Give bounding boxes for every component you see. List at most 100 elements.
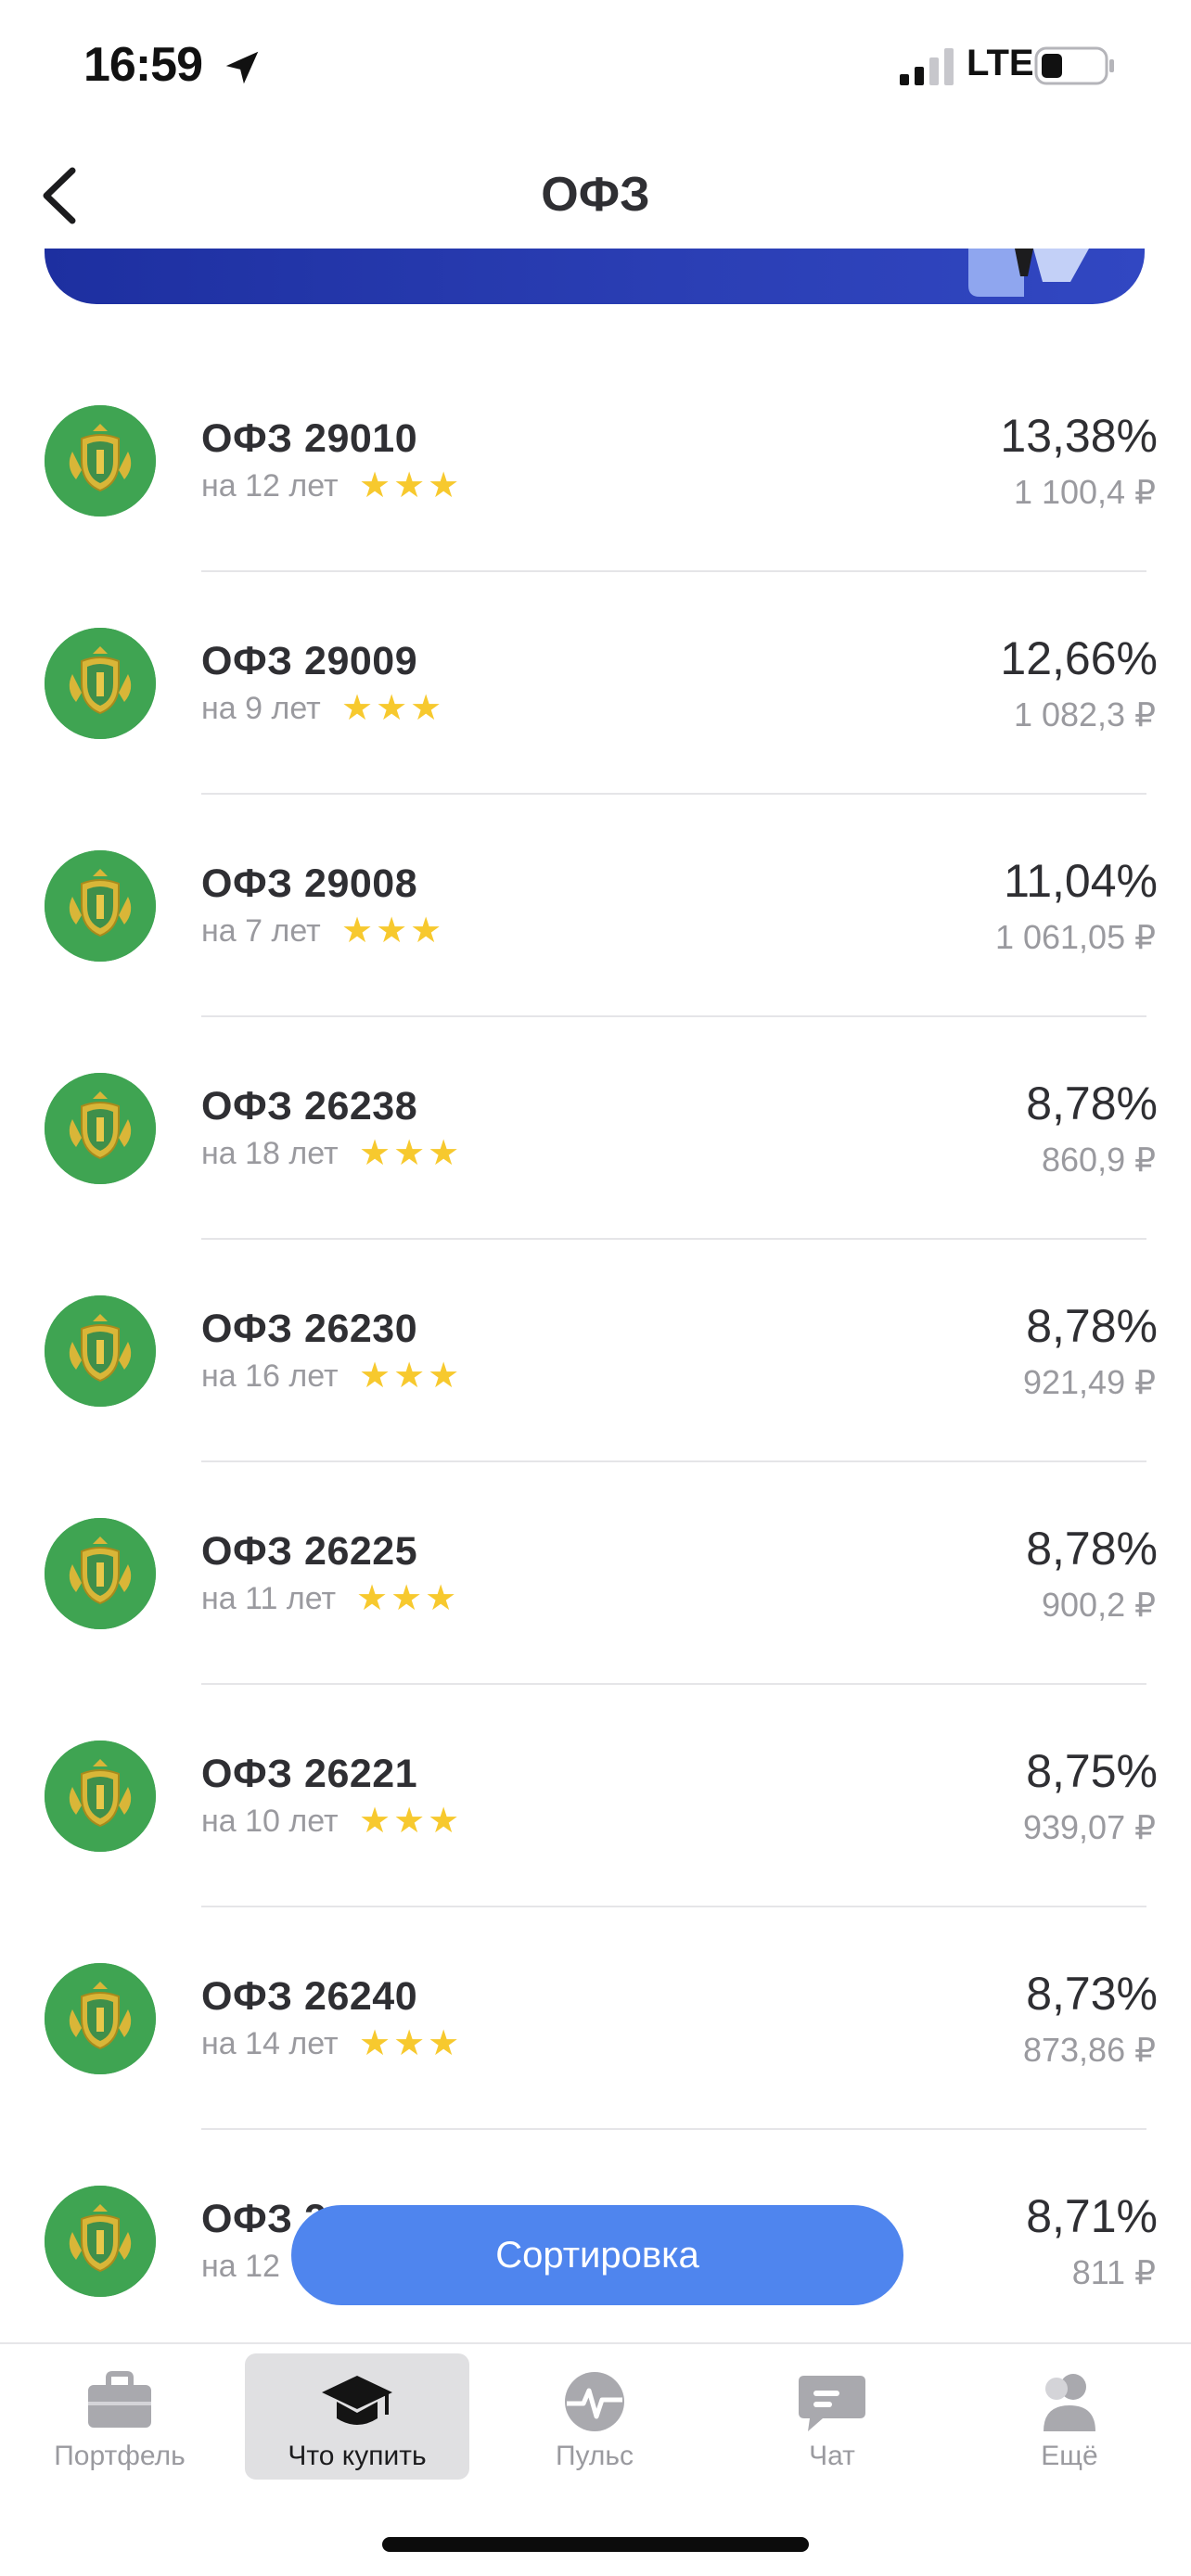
bond-price: 900,2 ₽ — [1042, 1586, 1156, 1624]
bond-rating: ★ ★ ★ — [356, 1581, 456, 1616]
star-icon: ★ — [410, 912, 442, 950]
bond-issuer-logo — [45, 1963, 156, 2074]
bond-term: на 7 лет — [201, 913, 321, 949]
bond-term: на 9 лет — [201, 691, 321, 726]
bond-price: 921,49 ₽ — [1022, 1363, 1156, 1401]
bond-yield: 12,66% — [1000, 632, 1158, 684]
star-icon: ★ — [393, 2024, 426, 2063]
battery-icon — [1034, 46, 1114, 85]
coat-of-arms-icon — [45, 850, 156, 962]
star-icon: ★ — [428, 2024, 460, 2063]
location-arrow-icon — [225, 51, 259, 84]
chat-icon — [795, 2368, 869, 2435]
status-time: 16:59 — [83, 38, 203, 92]
home-indicator — [382, 2537, 809, 2552]
tab-label: Чат — [809, 2441, 855, 2471]
bond-term: на 10 лет — [201, 1804, 339, 1839]
bond-yield: 8,78% — [1026, 1300, 1158, 1352]
bond-row[interactable]: ОФЗ 29008 на 7 лет ★ ★ ★ 11,04% 1 061,05 ₽ — [0, 795, 1191, 1017]
tab-profile[interactable]: Ещё — [957, 2353, 1182, 2480]
bond-issuer-logo — [45, 1518, 156, 1629]
bond-name: ОФЗ 26230 — [201, 1307, 418, 1351]
star-icon: ★ — [428, 1802, 460, 1841]
star-icon: ★ — [425, 1579, 457, 1618]
bond-issuer-logo — [45, 1741, 156, 1852]
star-icon: ★ — [410, 689, 442, 728]
network-label: LTE — [967, 43, 1034, 83]
nav-header: ОФЗ — [0, 130, 1191, 250]
bond-rating: ★ ★ ★ — [359, 2026, 459, 2061]
star-icon: ★ — [393, 1802, 426, 1841]
bond-issuer-logo — [45, 628, 156, 739]
bond-name: ОФЗ 26221 — [201, 1752, 418, 1796]
bond-row[interactable]: ОФЗ 26221 на 10 лет ★ ★ ★ 8,75% 939,07 ₽ — [0, 1685, 1191, 1907]
bond-yield: 8,78% — [1026, 1078, 1158, 1129]
tab-pulse[interactable]: Пульс — [482, 2353, 707, 2480]
bond-name: ОФЗ 26225 — [201, 1529, 418, 1574]
banner-illustration — [968, 249, 1089, 297]
tab-label: Портфель — [54, 2441, 186, 2471]
star-icon: ★ — [393, 1357, 426, 1396]
star-icon: ★ — [376, 689, 408, 728]
bond-row[interactable]: ОФЗ 26240 на 14 лет ★ ★ ★ 8,73% 873,86 ₽ — [0, 1907, 1191, 2130]
bond-issuer-logo — [45, 1295, 156, 1407]
graduation-cap-icon — [320, 2368, 394, 2435]
bond-row[interactable]: ОФЗ 26230 на 16 лет ★ ★ ★ 8,78% 921,49 ₽ — [0, 1240, 1191, 1462]
status-bar: 16:59 LTE — [0, 0, 1191, 130]
bond-name: ОФЗ 29009 — [201, 639, 418, 683]
coat-of-arms-icon — [45, 405, 156, 516]
star-icon: ★ — [359, 1357, 391, 1396]
bond-row[interactable]: ОФЗ 26238 на 18 лет ★ ★ ★ 8,78% 860,9 ₽ — [0, 1017, 1191, 1240]
bond-price: 811 ₽ — [1071, 2253, 1156, 2291]
bond-term: на 14 лет — [201, 2026, 339, 2061]
star-icon: ★ — [393, 1134, 426, 1173]
star-icon: ★ — [359, 466, 391, 505]
bond-term: на 12 — [201, 2249, 280, 2284]
star-icon: ★ — [359, 1134, 391, 1173]
bond-rating: ★ ★ ★ — [359, 1358, 459, 1394]
bond-row[interactable]: ОФЗ 29009 на 9 лет ★ ★ ★ 12,66% 1 082,3 ₽ — [0, 572, 1191, 795]
bond-rating: ★ ★ ★ — [359, 1804, 459, 1839]
tab-label: Пульс — [555, 2441, 634, 2471]
coat-of-arms-icon — [45, 628, 156, 739]
pulse-icon — [557, 2368, 632, 2435]
star-icon: ★ — [428, 1134, 460, 1173]
bond-yield: 8,78% — [1026, 1523, 1158, 1575]
star-icon: ★ — [428, 1357, 460, 1396]
coat-of-arms-icon — [45, 1518, 156, 1629]
bond-price: 860,9 ₽ — [1042, 1141, 1156, 1179]
star-icon: ★ — [341, 912, 374, 950]
bond-price: 873,86 ₽ — [1022, 2031, 1156, 2069]
coat-of-arms-icon — [45, 2186, 156, 2297]
bond-yield: 11,04% — [1004, 855, 1158, 907]
bond-term: на 11 лет — [201, 1581, 337, 1616]
tab-graduation-cap[interactable]: Что купить — [245, 2353, 469, 2480]
bond-price: 939,07 ₽ — [1022, 1808, 1156, 1846]
star-icon: ★ — [341, 689, 374, 728]
star-icon: ★ — [356, 1579, 389, 1618]
star-icon: ★ — [359, 1802, 391, 1841]
tab-label: Что купить — [288, 2441, 427, 2471]
promo-banner[interactable] — [45, 249, 1145, 304]
bond-row[interactable]: ОФЗ 26225 на 11 лет ★ ★ ★ 8,78% 900,2 ₽ — [0, 1462, 1191, 1685]
bond-yield: 8,73% — [1026, 1968, 1158, 2020]
sort-button[interactable]: Сортировка — [291, 2205, 903, 2305]
star-icon: ★ — [359, 2024, 391, 2063]
page-title: ОФЗ — [541, 168, 650, 222]
tab-briefcase[interactable]: Портфель — [7, 2353, 232, 2480]
bond-issuer-logo — [45, 850, 156, 962]
coat-of-arms-icon — [45, 1073, 156, 1184]
tab-chat[interactable]: Чат — [720, 2353, 944, 2480]
briefcase-icon — [83, 2368, 157, 2435]
bond-yield: 13,38% — [1000, 410, 1158, 462]
bond-yield: 8,71% — [1026, 2190, 1158, 2242]
bond-term: на 12 лет — [201, 468, 339, 504]
bond-issuer-logo — [45, 1073, 156, 1184]
bond-price: 1 061,05 ₽ — [994, 918, 1156, 956]
star-icon: ★ — [393, 466, 426, 505]
bond-rating: ★ ★ ★ — [341, 913, 442, 949]
bond-name: ОФЗ 29008 — [201, 861, 418, 906]
bond-row[interactable]: ОФЗ 29010 на 12 лет ★ ★ ★ 13,38% 1 100,4 ₽ — [0, 350, 1191, 572]
star-icon: ★ — [376, 912, 408, 950]
tab-label: Ещё — [1041, 2441, 1098, 2471]
